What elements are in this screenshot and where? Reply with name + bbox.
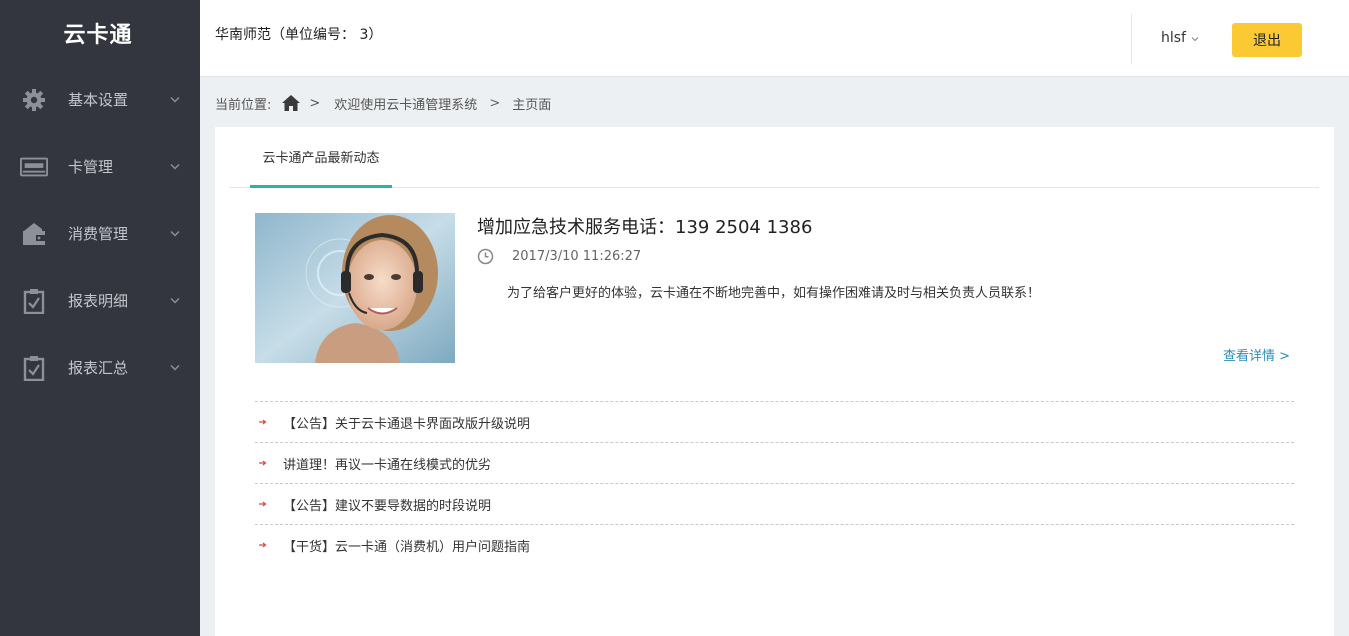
chevron-down-icon: [170, 162, 180, 172]
list-item[interactable]: 【干货】云一卡通（消费机）用户问题指南: [255, 524, 1294, 565]
header-divider: [1131, 14, 1132, 64]
breadcrumb-separator: >: [489, 95, 501, 111]
clipboard-check-icon: [20, 354, 48, 382]
sidebar-item-report-details[interactable]: 报表明细: [0, 267, 200, 334]
view-details-link[interactable]: 查看详情 >: [1223, 345, 1290, 364]
username: hlsf: [1161, 30, 1186, 46]
breadcrumb-separator: >: [309, 95, 321, 111]
featured-image[interactable]: [255, 213, 455, 363]
arrow-right-icon: [255, 542, 283, 548]
clock-icon: [477, 248, 494, 265]
tab-product-news[interactable]: 云卡通产品最新动态: [250, 127, 392, 188]
sidebar-item-card-management[interactable]: 卡管理: [0, 133, 200, 200]
home-icon[interactable]: [281, 94, 301, 112]
sidebar: 云卡通 基本设置 卡管理 消费管理 报表明细 报表汇总: [0, 0, 200, 636]
breadcrumb-item-welcome[interactable]: 欢迎使用云卡通管理系统: [334, 94, 477, 113]
arrow-right-icon: [255, 419, 283, 425]
sidebar-item-label: 基本设置: [68, 91, 129, 109]
news-title: 【干货】云一卡通（消费机）用户问题指南: [283, 539, 531, 555]
chevron-down-icon: [170, 363, 180, 373]
arrow-right-icon: [255, 460, 283, 466]
news-title: 【公告】建议不要导数据的时段说明: [283, 498, 492, 514]
news-title: 【公告】关于云卡通退卡界面改版升级说明: [283, 416, 531, 432]
news-list: 【公告】关于云卡通退卡界面改版升级说明 讲道理！再议一卡通在线模式的优劣 【公告…: [255, 401, 1294, 565]
featured-date: 2017/3/10 11:26:27: [512, 249, 642, 264]
featured-meta: 2017/3/10 11:26:27: [477, 248, 641, 265]
featured-description: 为了给客户更好的体验，云卡通在不断地完善中，如有操作困难请及时与相关负责人员联系…: [507, 286, 1041, 301]
logout-button[interactable]: 退出: [1232, 23, 1302, 57]
gear-icon: [20, 86, 48, 114]
list-item[interactable]: 【公告】关于云卡通退卡界面改版升级说明: [255, 401, 1294, 442]
clipboard-check-icon: [20, 287, 48, 315]
breadcrumb-prefix: 当前位置:: [215, 97, 272, 113]
list-item[interactable]: 【公告】建议不要导数据的时段说明: [255, 483, 1294, 524]
organization-label: 华南师范（单位编号： 3）: [215, 27, 383, 43]
sidebar-item-report-summary[interactable]: 报表汇总: [0, 334, 200, 401]
chevron-down-icon: [170, 95, 180, 105]
sidebar-item-label: 报表汇总: [68, 359, 129, 377]
featured-title[interactable]: 增加应急技术服务电话：139 2504 1386: [477, 213, 812, 239]
sidebar-item-label: 消费管理: [68, 225, 129, 243]
news-title: 讲道理！再议一卡通在线模式的优劣: [283, 457, 492, 473]
sidebar-item-consumption-management[interactable]: 消费管理: [0, 200, 200, 267]
arrow-right-icon: [255, 501, 283, 507]
breadcrumb-item-current: 主页面: [512, 97, 552, 113]
user-menu[interactable]: hlsf: [1161, 30, 1199, 46]
app-logo: 云卡通: [63, 23, 133, 48]
breadcrumb: 当前位置: > 欢迎使用云卡通管理系统 > 主页面: [215, 92, 551, 114]
main-panel: 云卡通产品最新动态 增加应急技术服务电话：139 2504 1386 2017/…: [215, 127, 1334, 636]
chevron-down-icon: [170, 296, 180, 306]
sidebar-item-basic-settings[interactable]: 基本设置: [0, 66, 200, 133]
sidebar-item-label: 报表明细: [68, 292, 129, 310]
top-bar: 华南师范（单位编号： 3） hlsf 退出: [200, 0, 1349, 77]
card-icon: [20, 153, 48, 181]
wallet-icon: [20, 220, 48, 248]
chevron-down-icon: [1191, 30, 1199, 46]
list-item[interactable]: 讲道理！再议一卡通在线模式的优劣: [255, 442, 1294, 483]
chevron-down-icon: [170, 229, 180, 239]
sidebar-item-label: 卡管理: [68, 158, 114, 176]
tab-bar: 云卡通产品最新动态: [230, 127, 1319, 188]
